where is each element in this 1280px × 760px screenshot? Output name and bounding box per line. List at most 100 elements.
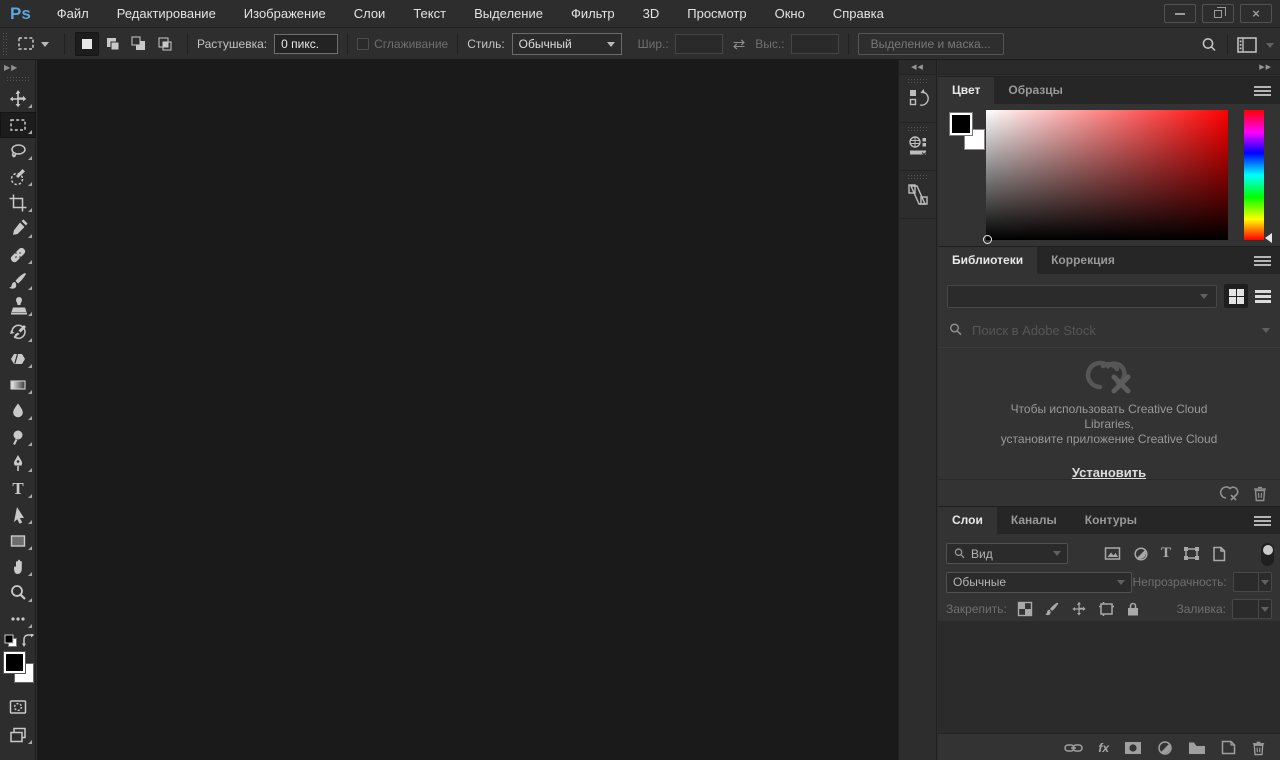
new-selection-button[interactable] xyxy=(75,32,99,56)
default-colors-icon[interactable] xyxy=(4,634,18,648)
swap-colors-icon[interactable] xyxy=(21,634,35,648)
intersect-selection-button[interactable] xyxy=(153,32,177,56)
menu-item-image[interactable]: Изображение xyxy=(230,0,340,28)
layer-filter-toggle[interactable] xyxy=(1261,543,1274,566)
canvas-area[interactable] xyxy=(37,60,898,760)
add-layer-mask-icon[interactable] xyxy=(1124,741,1142,755)
menu-item-edit[interactable]: Редактирование xyxy=(103,0,230,28)
menu-item-view[interactable]: Просмотр xyxy=(673,0,760,28)
width-input[interactable] xyxy=(675,34,723,54)
panel-grip[interactable] xyxy=(907,126,929,131)
filter-type-layers-icon[interactable]: T xyxy=(1161,545,1171,562)
opacity-dropdown[interactable] xyxy=(1258,573,1271,591)
select-and-mask-button[interactable]: Выделение и маска... xyxy=(858,33,1004,55)
clone-stamp-tool[interactable] xyxy=(0,294,36,320)
edit-toolbar-button[interactable] xyxy=(0,606,36,632)
panel-menu-icon[interactable] xyxy=(1254,256,1271,266)
height-input[interactable] xyxy=(791,34,839,54)
cc-sync-status-icon[interactable] xyxy=(1218,484,1240,502)
new-layer-icon[interactable] xyxy=(1221,740,1236,755)
filter-shape-layers-icon[interactable] xyxy=(1183,546,1200,561)
feather-input[interactable] xyxy=(274,34,338,54)
crop-tool[interactable] xyxy=(0,190,36,216)
layers-list-empty[interactable] xyxy=(938,621,1280,733)
rectangular-marquee-tool[interactable] xyxy=(0,112,36,138)
lock-position-icon[interactable] xyxy=(1071,601,1087,617)
menu-item-3d[interactable]: 3D xyxy=(629,0,674,28)
menu-item-layers[interactable]: Слои xyxy=(340,0,400,28)
list-view-button[interactable] xyxy=(1251,284,1275,308)
foreground-color-swatch[interactable] xyxy=(4,652,25,673)
fill-input[interactable] xyxy=(1232,599,1272,619)
layer-style-icon[interactable]: fx xyxy=(1098,741,1109,755)
spot-healing-brush-tool[interactable] xyxy=(0,242,36,268)
options-bar-grip[interactable] xyxy=(2,32,9,56)
adobe-stock-search[interactable]: Поиск в Adobe Stock xyxy=(938,317,1280,343)
history-brush-tool[interactable] xyxy=(0,320,36,346)
search-icon[interactable] xyxy=(1199,35,1219,55)
lock-all-icon[interactable] xyxy=(1126,601,1140,617)
trash-icon[interactable] xyxy=(1252,485,1268,502)
workspace-switcher-icon[interactable] xyxy=(1236,36,1258,54)
quick-selection-tool[interactable] xyxy=(0,164,36,190)
brush-tool[interactable] xyxy=(0,268,36,294)
panel-menu-icon[interactable] xyxy=(1254,86,1271,96)
dodge-tool[interactable] xyxy=(0,424,36,450)
path-selection-tool[interactable] xyxy=(0,502,36,528)
panel-grip[interactable] xyxy=(907,174,929,179)
menu-item-file[interactable]: Файл xyxy=(43,0,103,28)
fill-dropdown[interactable] xyxy=(1258,600,1271,618)
hand-tool[interactable] xyxy=(0,554,36,580)
blend-mode-select[interactable]: Обычные xyxy=(946,572,1132,593)
toolbar-grip[interactable] xyxy=(6,76,29,82)
tab-libraries[interactable]: Библиотеки xyxy=(938,247,1037,274)
menu-item-type[interactable]: Текст xyxy=(399,0,460,28)
hue-slider[interactable] xyxy=(1244,110,1264,240)
lock-transparency-icon[interactable] xyxy=(1017,601,1033,617)
style-select[interactable]: Обычный xyxy=(512,33,622,55)
gradient-tool[interactable] xyxy=(0,372,36,398)
hue-slider-marker[interactable] xyxy=(1265,233,1272,243)
close-button[interactable]: × xyxy=(1240,4,1272,23)
delete-layer-icon[interactable] xyxy=(1251,740,1266,756)
swap-dimensions-icon[interactable]: ⇄ xyxy=(733,35,746,53)
tab-layers[interactable]: Слои xyxy=(938,507,997,534)
lock-artboard-icon[interactable] xyxy=(1098,601,1115,617)
add-to-selection-button[interactable] xyxy=(101,32,125,56)
new-group-icon[interactable] xyxy=(1188,741,1206,755)
filter-smart-objects-icon[interactable] xyxy=(1212,546,1226,562)
chevron-down-icon[interactable] xyxy=(1266,43,1274,48)
minimize-button[interactable] xyxy=(1164,4,1196,23)
dock-expand-control[interactable]: ◀◀ xyxy=(899,60,936,75)
tool-preset-picker[interactable] xyxy=(9,31,55,57)
type-tool[interactable]: T xyxy=(0,476,36,502)
color-picker-marker[interactable] xyxy=(983,235,992,244)
toolbar-collapse-control[interactable]: ▶▶ xyxy=(0,60,35,74)
menu-item-window[interactable]: Окно xyxy=(761,0,819,28)
filter-pixel-layers-icon[interactable] xyxy=(1104,546,1121,561)
menu-item-filter[interactable]: Фильтр xyxy=(557,0,629,28)
layer-filter-select[interactable]: Вид xyxy=(946,543,1068,564)
subtract-from-selection-button[interactable] xyxy=(127,32,151,56)
filter-adjustment-layers-icon[interactable] xyxy=(1133,546,1149,562)
lasso-tool[interactable] xyxy=(0,138,36,164)
tab-swatches[interactable]: Образцы xyxy=(994,77,1077,104)
history-panel-icon[interactable] xyxy=(906,86,930,112)
tab-adjustments[interactable]: Коррекция xyxy=(1037,247,1129,274)
menu-item-select[interactable]: Выделение xyxy=(460,0,557,28)
lock-image-icon[interactable] xyxy=(1044,601,1060,617)
measurement-panel-icon[interactable] xyxy=(905,182,931,208)
zoom-tool[interactable] xyxy=(0,580,36,606)
dock-collapse-control[interactable]: ▶▶ xyxy=(1259,63,1272,71)
move-tool[interactable] xyxy=(0,86,36,112)
blur-tool[interactable] xyxy=(0,398,36,424)
tab-color[interactable]: Цвет xyxy=(938,77,994,104)
add-adjustment-layer-icon[interactable] xyxy=(1157,740,1173,756)
grid-view-button[interactable] xyxy=(1224,284,1248,308)
menu-item-help[interactable]: Справка xyxy=(819,0,898,28)
pen-tool[interactable] xyxy=(0,450,36,476)
install-link[interactable]: Установить xyxy=(1072,465,1146,480)
eyedropper-tool[interactable] xyxy=(0,216,36,242)
opacity-input[interactable] xyxy=(1233,572,1272,592)
restore-button[interactable] xyxy=(1202,4,1234,23)
